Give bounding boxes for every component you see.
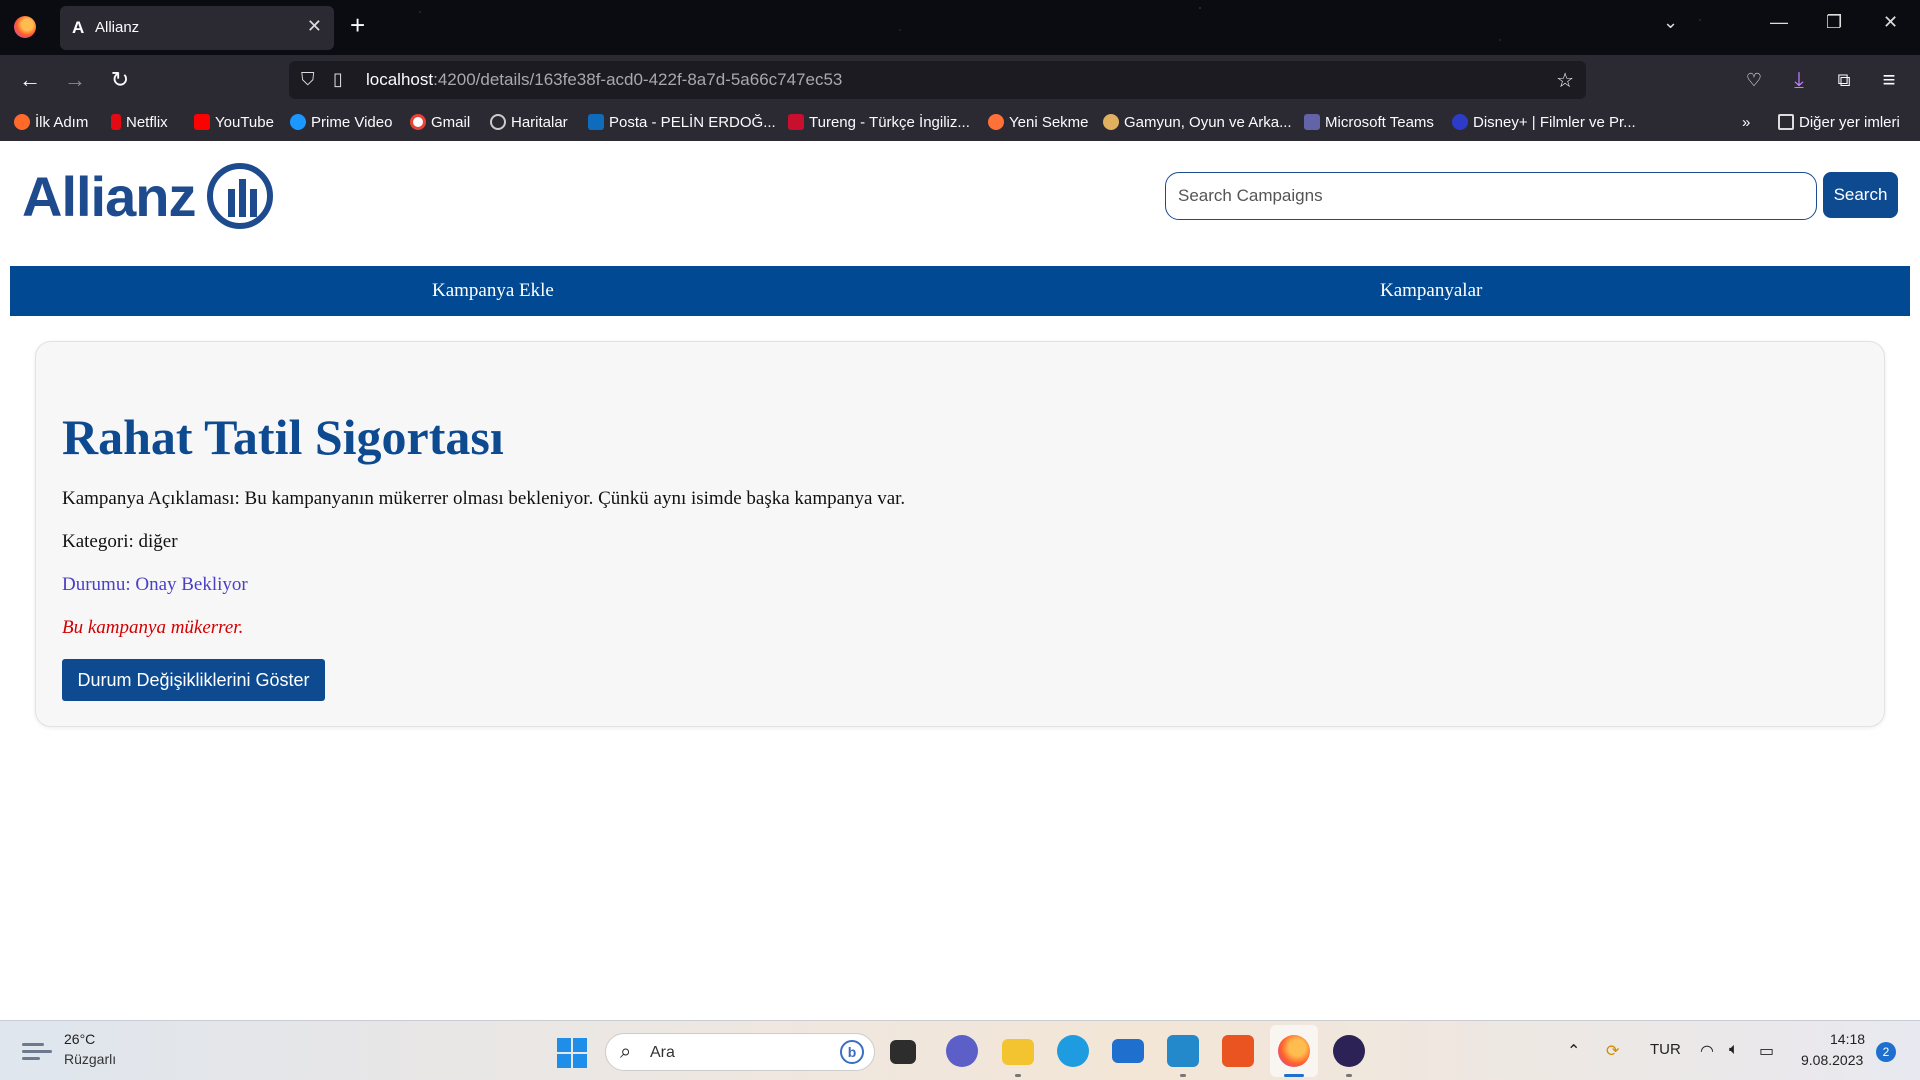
list-tabs-icon[interactable]: ⌄ xyxy=(1663,12,1678,33)
bookmark-prime-video[interactable]: Prime Video xyxy=(290,114,392,131)
youtube-icon xyxy=(194,114,210,130)
tab-title: Allianz xyxy=(95,19,140,36)
more-bookmarks-icon[interactable]: » xyxy=(1742,114,1750,131)
close-window-icon[interactable]: ✕ xyxy=(1883,12,1898,33)
clock-time[interactable]: 14:18 xyxy=(1830,1031,1865,1047)
firefox-icon xyxy=(14,114,30,130)
prime-video-icon xyxy=(290,114,306,130)
teams-icon xyxy=(1304,114,1320,130)
browser-titlebar: A Allianz ✕ + ⌄ — ❐ ✕ xyxy=(0,0,1920,55)
bookmark-microsoft-teams[interactable]: Microsoft Teams xyxy=(1304,114,1434,131)
back-icon[interactable]: ← xyxy=(16,66,44,94)
teams-chat-icon[interactable] xyxy=(946,1035,978,1067)
firefox-icon xyxy=(988,114,1004,130)
file-explorer-indicator xyxy=(1015,1074,1021,1077)
taskbar-search-placeholder: Ara xyxy=(650,1044,675,1061)
allianz-eagle-icon xyxy=(207,163,273,229)
campaign-title: Rahat Tatil Sigortası xyxy=(62,409,504,465)
bookmark-ilk-adim[interactable]: İlk Adım xyxy=(14,114,88,131)
bookmarks-bar: İlk Adım Netflix YouTube Prime Video Gma… xyxy=(0,105,1920,141)
new-tab-icon[interactable]: + xyxy=(350,10,365,41)
page-info-icon[interactable]: ▯ xyxy=(333,69,343,90)
menu-icon[interactable]: ≡ xyxy=(1875,66,1903,94)
windows-taskbar: 26°C Rüzgarlı ⌕ Ara b ⌃ ⟳ TUR ◠ 🔈︎ ▭ 14:… xyxy=(0,1020,1920,1080)
main-nav: Kampanya Ekle Kampanyalar xyxy=(10,266,1910,316)
edge-icon[interactable] xyxy=(1057,1035,1089,1067)
bookmark-posta[interactable]: Posta - PELİN ERDOĞ... xyxy=(588,114,776,131)
extensions-icon[interactable]: ⧉ xyxy=(1830,66,1858,94)
bookmark-tureng[interactable]: Tureng - Türkçe İngiliz... xyxy=(788,114,970,131)
vscode-icon[interactable] xyxy=(1167,1035,1199,1067)
globe-icon xyxy=(490,114,506,130)
search-icon: ⌕ xyxy=(620,1041,632,1063)
logo-text: Allianz xyxy=(22,165,196,228)
bookmark-yeni-sekme[interactable]: Yeni Sekme xyxy=(988,114,1089,131)
browser-toolbar: ← → ↻ ⛉ ▯ localhost:4200/details/163fe38… xyxy=(0,55,1920,105)
nav-item-kampanyalar[interactable]: Kampanyalar xyxy=(1380,280,1482,302)
campaign-description: Kampanya Açıklaması: Bu kampanyanın müke… xyxy=(62,488,906,509)
campaign-detail-card: Rahat Tatil Sigortası Kampanya Açıklamas… xyxy=(35,341,1885,727)
bookmark-gmail[interactable]: Gmail xyxy=(410,114,470,131)
task-view-icon[interactable] xyxy=(890,1040,916,1064)
tab-allianz[interactable]: A Allianz ✕ xyxy=(60,6,334,50)
folder-icon xyxy=(1778,114,1794,130)
windows-start-icon[interactable] xyxy=(557,1038,587,1068)
tureng-icon xyxy=(788,114,804,130)
bing-icon[interactable]: b xyxy=(840,1040,864,1064)
mail-icon[interactable] xyxy=(1112,1039,1144,1063)
allianz-favicon-icon: A xyxy=(72,18,85,37)
chevron-up-icon[interactable]: ⌃ xyxy=(1567,1041,1580,1061)
volume-icon[interactable]: 🔈︎ xyxy=(1729,1041,1739,1059)
show-status-changes-button[interactable]: Durum Değişikliklerini Göster xyxy=(62,659,325,701)
wifi-icon[interactable]: ◠ xyxy=(1700,1041,1714,1061)
download-icon[interactable]: ⤓ xyxy=(1785,66,1813,94)
forward-icon[interactable]: → xyxy=(61,66,89,94)
ubuntu-icon[interactable] xyxy=(1222,1035,1254,1067)
shield-icon[interactable]: ⛉ xyxy=(301,69,321,91)
firefox-taskbar-icon[interactable] xyxy=(1278,1035,1310,1067)
weather-condition[interactable]: Rüzgarlı xyxy=(64,1051,116,1067)
bookmark-disney[interactable]: Disney+ | Filmler ve Pr... xyxy=(1452,114,1636,131)
gamyun-icon xyxy=(1103,114,1119,130)
eclipse-icon[interactable] xyxy=(1333,1035,1365,1067)
search-campaigns-input[interactable] xyxy=(1165,172,1817,220)
restore-icon[interactable]: ❐ xyxy=(1826,12,1842,33)
campaign-status: Durumu: Onay Bekliyor xyxy=(62,574,248,595)
netflix-icon xyxy=(111,114,121,130)
taskbar-search[interactable]: ⌕ Ara b xyxy=(605,1033,875,1071)
url-text[interactable]: localhost:4200/details/163fe38f-acd0-422… xyxy=(366,70,842,90)
notification-badge[interactable]: 2 xyxy=(1876,1042,1896,1062)
input-language[interactable]: TUR xyxy=(1650,1041,1681,1058)
vscode-indicator xyxy=(1180,1074,1186,1077)
duplicate-warning: Bu kampanya mükerrer. xyxy=(62,617,244,638)
firefox-icon[interactable] xyxy=(14,16,36,38)
address-bar[interactable]: ⛉ ▯ localhost:4200/details/163fe38f-acd0… xyxy=(289,61,1586,99)
bookmark-haritalar[interactable]: Haritalar xyxy=(490,114,568,131)
nav-item-kampanya-ekle[interactable]: Kampanya Ekle xyxy=(432,280,554,302)
sync-icon[interactable]: ⟳ xyxy=(1606,1041,1619,1061)
outlook-icon xyxy=(588,114,604,130)
pocket-icon[interactable]: ♡ xyxy=(1740,66,1768,94)
search-button[interactable]: Search xyxy=(1823,172,1898,218)
weather-temperature[interactable]: 26°C xyxy=(64,1031,95,1047)
minimize-icon[interactable]: — xyxy=(1770,12,1788,33)
bookmark-netflix[interactable]: Netflix xyxy=(111,114,168,131)
clock-date[interactable]: 9.08.2023 xyxy=(1801,1052,1863,1068)
firefox-indicator xyxy=(1284,1074,1304,1077)
file-explorer-icon[interactable] xyxy=(1002,1039,1034,1065)
wind-icon[interactable] xyxy=(22,1041,52,1061)
bookmark-gamyun[interactable]: Gamyun, Oyun ve Arka... xyxy=(1103,114,1292,131)
bookmark-star-icon[interactable]: ☆ xyxy=(1556,68,1574,93)
reload-icon[interactable]: ↻ xyxy=(106,66,134,94)
disney-icon xyxy=(1452,114,1468,130)
bookmark-youtube[interactable]: YouTube xyxy=(194,114,274,131)
other-bookmarks[interactable]: Diğer yer imleri xyxy=(1778,114,1900,131)
campaign-category: Kategori: diğer xyxy=(62,531,178,552)
google-icon xyxy=(410,114,426,130)
close-tab-icon[interactable]: ✕ xyxy=(307,16,322,37)
eclipse-indicator xyxy=(1346,1074,1352,1077)
battery-icon[interactable]: ▭ xyxy=(1759,1041,1774,1061)
